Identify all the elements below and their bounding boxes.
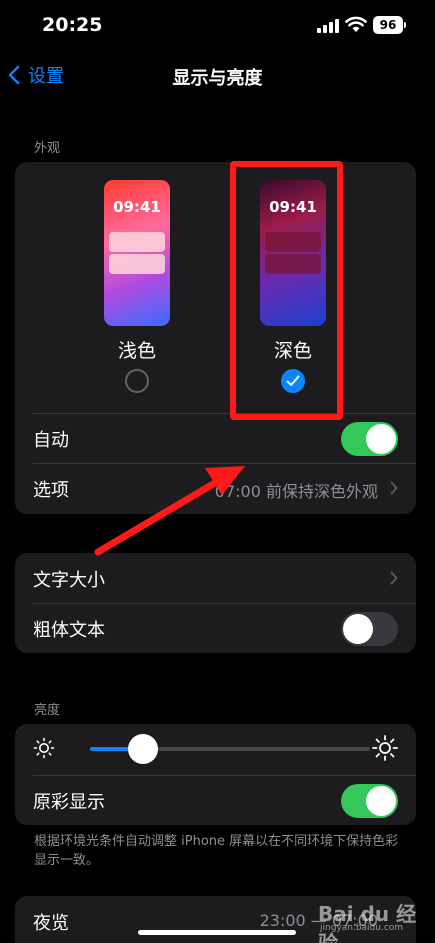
page-title: 显示与亮度 bbox=[172, 68, 263, 89]
toggle-knob bbox=[343, 614, 373, 644]
true-tone-row: 原彩显示 bbox=[15, 775, 416, 825]
light-mode-label: 浅色 bbox=[117, 340, 156, 362]
home-indicator[interactable] bbox=[138, 930, 296, 935]
watermark-url: jingyan.baidu.com bbox=[320, 923, 404, 933]
appearance-group: 09:41 浅色 09:41 深色 自动 选项 07:00 前保持深色外观 bbox=[15, 162, 416, 514]
auto-appearance-row: 自动 bbox=[15, 413, 416, 463]
auto-appearance-label: 自动 bbox=[33, 430, 69, 451]
toggle-knob bbox=[366, 786, 396, 816]
section-label-brightness: 亮度 bbox=[34, 703, 61, 718]
bold-text-row: 粗体文本 bbox=[15, 603, 416, 653]
light-mode-radio[interactable] bbox=[125, 369, 149, 393]
cellular-signal-icon bbox=[317, 18, 339, 33]
appearance-options-row[interactable]: 选项 07:00 前保持深色外观 bbox=[15, 463, 416, 513]
brightness-slider-thumb[interactable] bbox=[128, 734, 159, 764]
text-settings-group: 文字大小 粗体文本 bbox=[15, 553, 416, 653]
chevron-right-icon bbox=[390, 571, 398, 585]
sun-small-icon bbox=[33, 737, 55, 759]
battery-icon: 96 bbox=[373, 16, 403, 34]
section-label-appearance: 外观 bbox=[34, 141, 61, 156]
true-tone-toggle[interactable] bbox=[341, 784, 398, 818]
brightness-slider[interactable] bbox=[90, 734, 370, 764]
watermark: Bai du 经验 jingyan.baidu.com bbox=[318, 898, 435, 943]
true-tone-label: 原彩显示 bbox=[33, 792, 105, 813]
bold-text-toggle[interactable] bbox=[341, 612, 398, 646]
preview-time: 09:41 bbox=[113, 198, 161, 216]
chevron-right-icon bbox=[390, 481, 398, 495]
divider bbox=[33, 775, 416, 776]
light-mode-preview[interactable]: 09:41 bbox=[104, 180, 170, 326]
options-label: 选项 bbox=[33, 480, 69, 501]
true-tone-footnote: 根据环境光条件自动调整 iPhone 屏幕以在不同环境下保持色彩显示一致。 bbox=[34, 834, 399, 868]
options-value: 07:00 前保持深色外观 bbox=[214, 482, 378, 501]
preview-notification bbox=[109, 254, 165, 274]
highlight-box bbox=[230, 161, 343, 420]
wifi-icon bbox=[345, 16, 367, 32]
text-size-row[interactable]: 文字大小 bbox=[15, 553, 416, 603]
auto-appearance-toggle[interactable] bbox=[341, 422, 398, 456]
watermark-logo: Bai du 经验 bbox=[318, 902, 417, 943]
divider bbox=[33, 413, 416, 414]
status-bar: 20:25 96 bbox=[0, 0, 435, 54]
battery-tip bbox=[404, 22, 406, 28]
toggle-knob bbox=[366, 424, 396, 454]
preview-notification bbox=[109, 232, 165, 252]
night-shift-label: 夜览 bbox=[33, 913, 69, 934]
sun-large-icon bbox=[372, 735, 398, 761]
status-time: 20:25 bbox=[42, 14, 103, 36]
navigation-bar: 设置 显示与亮度 bbox=[0, 54, 435, 98]
text-size-label: 文字大小 bbox=[33, 570, 105, 591]
bold-text-label: 粗体文本 bbox=[33, 620, 105, 641]
divider bbox=[33, 603, 416, 604]
divider bbox=[33, 463, 416, 464]
brightness-group: 原彩显示 bbox=[15, 724, 416, 825]
